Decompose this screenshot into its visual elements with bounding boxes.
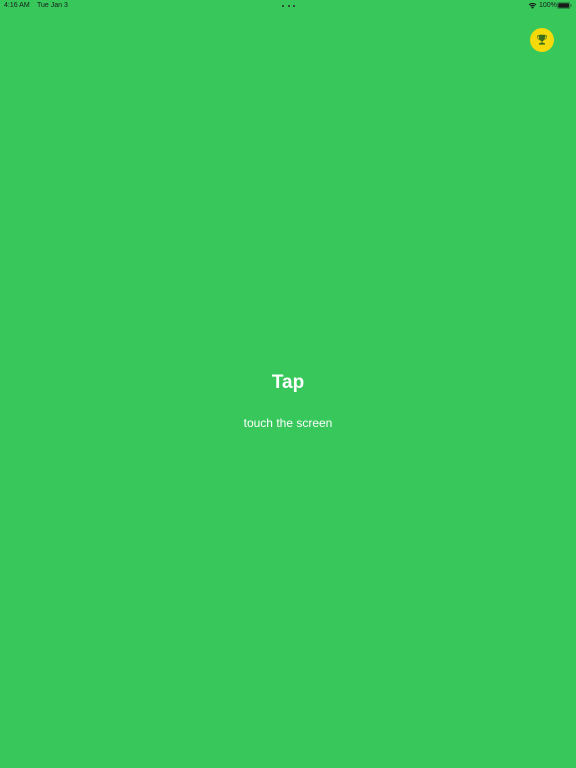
- trophy-icon: [537, 34, 547, 45]
- game-title: Tap: [271, 372, 305, 393]
- instruction-text: touch the screen: [243, 416, 333, 430]
- trophy-button[interactable]: [530, 28, 554, 52]
